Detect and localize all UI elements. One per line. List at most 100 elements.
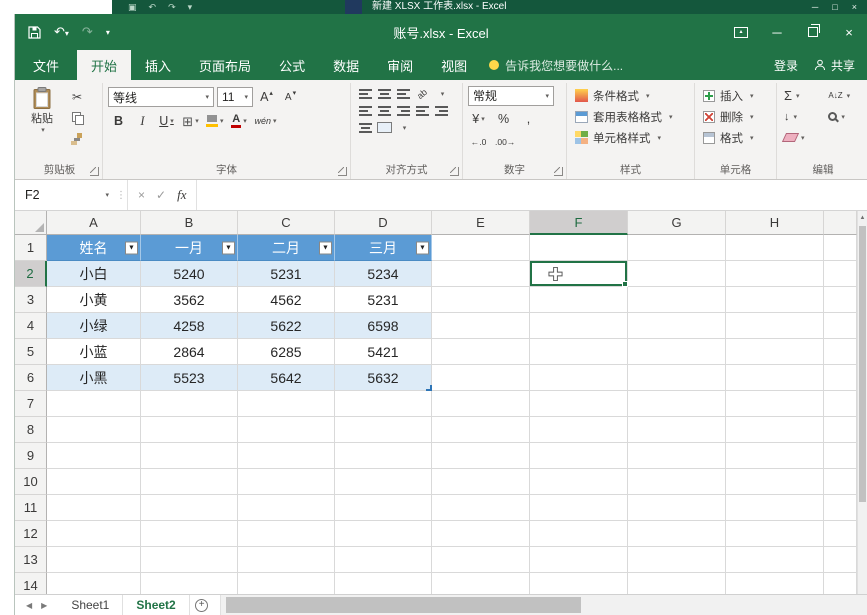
cell-A8[interactable] — [47, 417, 141, 443]
name-box[interactable]: F2 ▾ — [15, 180, 115, 210]
cell-F1[interactable] — [530, 235, 628, 261]
cell-G6[interactable] — [628, 365, 726, 391]
cell-E7[interactable] — [432, 391, 530, 417]
cell-A9[interactable] — [47, 443, 141, 469]
dialog-launcher-icon[interactable] — [338, 167, 347, 176]
minimize-button[interactable]: ─ — [759, 14, 795, 50]
align-right-icon[interactable] — [397, 106, 410, 116]
cell-B14[interactable] — [141, 573, 238, 594]
align-left-icon[interactable] — [359, 106, 372, 116]
tell-me-box[interactable]: 告诉我您想要做什么... — [489, 50, 623, 80]
cell-D10[interactable] — [335, 469, 432, 495]
cell-E2[interactable] — [432, 261, 530, 287]
align-bottom-icon[interactable] — [397, 89, 410, 99]
cell-H8[interactable] — [726, 417, 824, 443]
row-header-1[interactable]: 1 — [15, 235, 47, 261]
decrease-font-size-button[interactable]: A▾ — [280, 87, 301, 107]
vertical-scrollbar[interactable]: ▲ — [857, 211, 867, 594]
row-header-5[interactable]: 5 — [15, 339, 47, 365]
sort-filter-button[interactable]: A↓Z▾ — [826, 91, 864, 100]
cell-C10[interactable] — [238, 469, 335, 495]
format-cells-button[interactable]: 格式 ▾ — [700, 127, 771, 148]
horizontal-scrollbar-thumb[interactable] — [226, 597, 581, 613]
cell-E9[interactable] — [432, 443, 530, 469]
cell-E3[interactable] — [432, 287, 530, 313]
dialog-launcher-icon[interactable] — [450, 167, 459, 176]
table-resize-handle[interactable] — [426, 385, 432, 391]
format-painter-button[interactable] — [67, 130, 87, 147]
align-top-icon[interactable] — [359, 89, 372, 99]
tab-data[interactable]: 数据 — [319, 50, 373, 80]
cell-B5[interactable]: 2864 — [141, 339, 238, 365]
cell-F4[interactable] — [530, 313, 628, 339]
row-header-4[interactable]: 4 — [15, 313, 47, 339]
cell-G9[interactable] — [628, 443, 726, 469]
cell-A3[interactable]: 小黄 — [47, 287, 141, 313]
conditional-formatting-button[interactable]: 条件格式 ▾ — [572, 85, 689, 106]
cell-D8[interactable] — [335, 417, 432, 443]
filter-dropdown-icon-C1[interactable]: ▼ — [319, 241, 332, 254]
share-button[interactable]: 共享 — [814, 50, 855, 80]
comma-style-button[interactable]: , — [518, 109, 539, 129]
cell-G12[interactable] — [628, 521, 726, 547]
number-format-select[interactable]: 常规 ▾ — [468, 86, 554, 106]
row-header-6[interactable]: 6 — [15, 365, 47, 391]
decrease-indent-icon[interactable] — [416, 106, 429, 116]
cell-B2[interactable]: 5240 — [141, 261, 238, 287]
sheet-tab-sheet2[interactable]: Sheet2 — [123, 595, 189, 615]
cut-button[interactable]: ✂ — [67, 88, 87, 105]
cell-F9[interactable] — [530, 443, 628, 469]
cell-E14[interactable] — [432, 573, 530, 594]
cell-E12[interactable] — [432, 521, 530, 547]
scroll-up-icon[interactable]: ▲ — [858, 211, 867, 224]
cell-E13[interactable] — [432, 547, 530, 573]
cell-D6[interactable]: 5632 — [335, 365, 432, 391]
row-header-2[interactable]: 2 — [15, 261, 47, 287]
font-size-select[interactable]: 11 ▾ — [217, 87, 253, 107]
cell-G4[interactable] — [628, 313, 726, 339]
filter-dropdown-icon-D1[interactable]: ▼ — [416, 241, 429, 254]
column-header-A[interactable]: A — [47, 211, 141, 235]
cell-H6[interactable] — [726, 365, 824, 391]
sheet-tab-sheet1[interactable]: Sheet1 — [58, 595, 123, 615]
underline-button[interactable]: U▾ — [156, 111, 177, 131]
cell-F5[interactable] — [530, 339, 628, 365]
close-button[interactable]: × — [831, 14, 867, 50]
cell-C1[interactable]: 二月▼ — [238, 235, 335, 261]
cell-F3[interactable] — [530, 287, 628, 313]
cell-B10[interactable] — [141, 469, 238, 495]
cell-A2[interactable]: 小白 — [47, 261, 141, 287]
borders-button[interactable]: ⊞▾ — [180, 111, 201, 131]
cell-B13[interactable] — [141, 547, 238, 573]
ribbon-display-options-button[interactable]: ▴ — [723, 14, 759, 50]
cell-A12[interactable] — [47, 521, 141, 547]
cell-B9[interactable] — [141, 443, 238, 469]
cell-F7[interactable] — [530, 391, 628, 417]
save-icon[interactable] — [28, 26, 41, 39]
cell-G14[interactable] — [628, 573, 726, 594]
cell-D5[interactable]: 5421 — [335, 339, 432, 365]
cell-A4[interactable]: 小绿 — [47, 313, 141, 339]
cell-H4[interactable] — [726, 313, 824, 339]
cell-C4[interactable]: 5622 — [238, 313, 335, 339]
row-header-3[interactable]: 3 — [15, 287, 47, 313]
increase-decimal-button[interactable]: ←.0 — [468, 132, 489, 152]
cell-F6[interactable] — [530, 365, 628, 391]
cell-D3[interactable]: 5231 — [335, 287, 432, 313]
autosum-button[interactable]: Σ▾ — [782, 88, 818, 103]
cell-D14[interactable] — [335, 573, 432, 594]
undo-button[interactable]: ↶▾ — [54, 24, 69, 40]
cell-C8[interactable] — [238, 417, 335, 443]
row-header-8[interactable]: 8 — [15, 417, 47, 443]
cell-B3[interactable]: 3562 — [141, 287, 238, 313]
cell-F2[interactable] — [530, 261, 628, 287]
cell-B1[interactable]: 一月▼ — [141, 235, 238, 261]
dialog-launcher-icon[interactable] — [90, 167, 99, 176]
phonetic-button[interactable]: wén▾ — [253, 111, 279, 131]
cell-H2[interactable] — [726, 261, 824, 287]
increase-indent-icon[interactable] — [435, 106, 448, 116]
cell-H14[interactable] — [726, 573, 824, 594]
paste-button[interactable]: 粘贴 ▾ — [22, 85, 62, 147]
cell-D13[interactable] — [335, 547, 432, 573]
cell-D11[interactable] — [335, 495, 432, 521]
